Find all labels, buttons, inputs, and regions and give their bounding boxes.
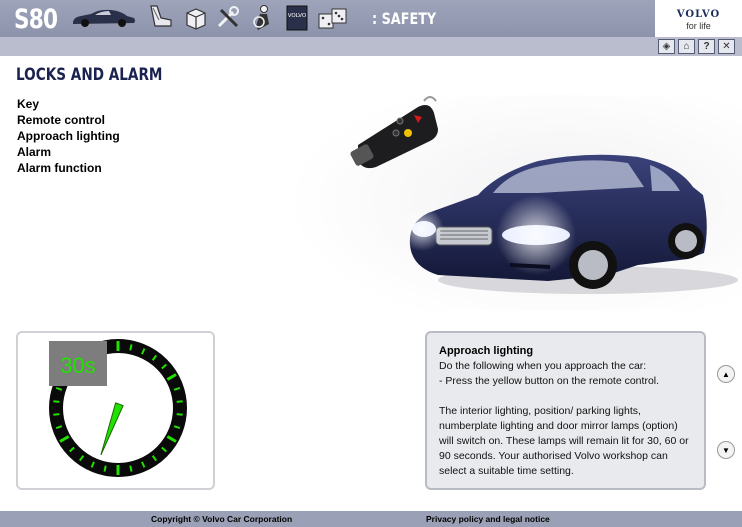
timer-hand-pointer — [100, 402, 124, 456]
book-label: VOLVO — [288, 13, 307, 19]
timer-hand — [100, 402, 124, 456]
menu-item-alarm[interactable]: Alarm — [17, 144, 120, 160]
timer-tick — [103, 465, 107, 472]
timer-tick — [53, 413, 60, 416]
model-name: S80 — [14, 4, 58, 35]
help-button[interactable]: ? — [698, 39, 715, 54]
window-toolbar: ◈ ⌂ ? ✕ — [655, 37, 742, 56]
back-button[interactable]: ◈ — [658, 39, 675, 54]
seat-icon[interactable] — [144, 4, 176, 32]
header-bar: S80 VOLVO: SAFETY — [0, 0, 655, 37]
timer-tick — [176, 413, 183, 416]
info-panel: Approach lighting Do the following when … — [425, 331, 706, 490]
copyright-link[interactable]: Copyright © Volvo Car Corporation — [151, 514, 292, 524]
topic-menu: Key Remote control Approach lighting Ala… — [17, 96, 120, 176]
close-button[interactable]: ✕ — [718, 39, 735, 54]
timer-tick — [176, 400, 183, 403]
brand-name: VOLVO — [676, 9, 721, 20]
timer-panel: 30s — [16, 331, 215, 490]
info-title: Approach lighting — [439, 345, 534, 357]
timer-tick — [129, 344, 133, 351]
book-icon[interactable]: VOLVO — [284, 4, 310, 32]
menu-item-key[interactable]: Key — [17, 96, 120, 112]
car-icon[interactable] — [70, 4, 138, 32]
scroll-down-button[interactable]: ▼ — [717, 441, 735, 459]
driver-icon[interactable] — [250, 4, 276, 32]
privacy-link[interactable]: Privacy policy and legal notice — [426, 514, 550, 524]
page-title: LOCKS AND ALARM — [16, 65, 163, 85]
menu-item-approach-lighting[interactable]: Approach lighting — [17, 128, 120, 144]
tools-icon[interactable] — [214, 4, 244, 32]
timer-tick — [129, 465, 133, 472]
home-button[interactable]: ⌂ — [678, 39, 695, 54]
car-illustration — [288, 95, 742, 310]
info-text: Do the following when you approach the c… — [439, 360, 689, 477]
footer-bar: Copyright © Volvo Car Corporation Privac… — [0, 511, 742, 527]
dice-icon[interactable] — [316, 4, 350, 32]
timer-tick — [53, 400, 60, 403]
brand-logo: VOLVO for life — [655, 0, 742, 37]
sub-header-bar — [0, 37, 655, 56]
menu-item-remote-control[interactable]: Remote control — [17, 112, 120, 128]
box-icon[interactable] — [182, 4, 210, 32]
timer-dial: 30s — [49, 339, 187, 477]
timer-label: 30s — [60, 353, 95, 378]
brand-tagline: for life — [686, 21, 711, 31]
section-title: : SAFETY — [372, 9, 437, 28]
menu-item-alarm-function[interactable]: Alarm function — [17, 160, 120, 176]
scroll-up-button[interactable]: ▲ — [717, 365, 735, 383]
